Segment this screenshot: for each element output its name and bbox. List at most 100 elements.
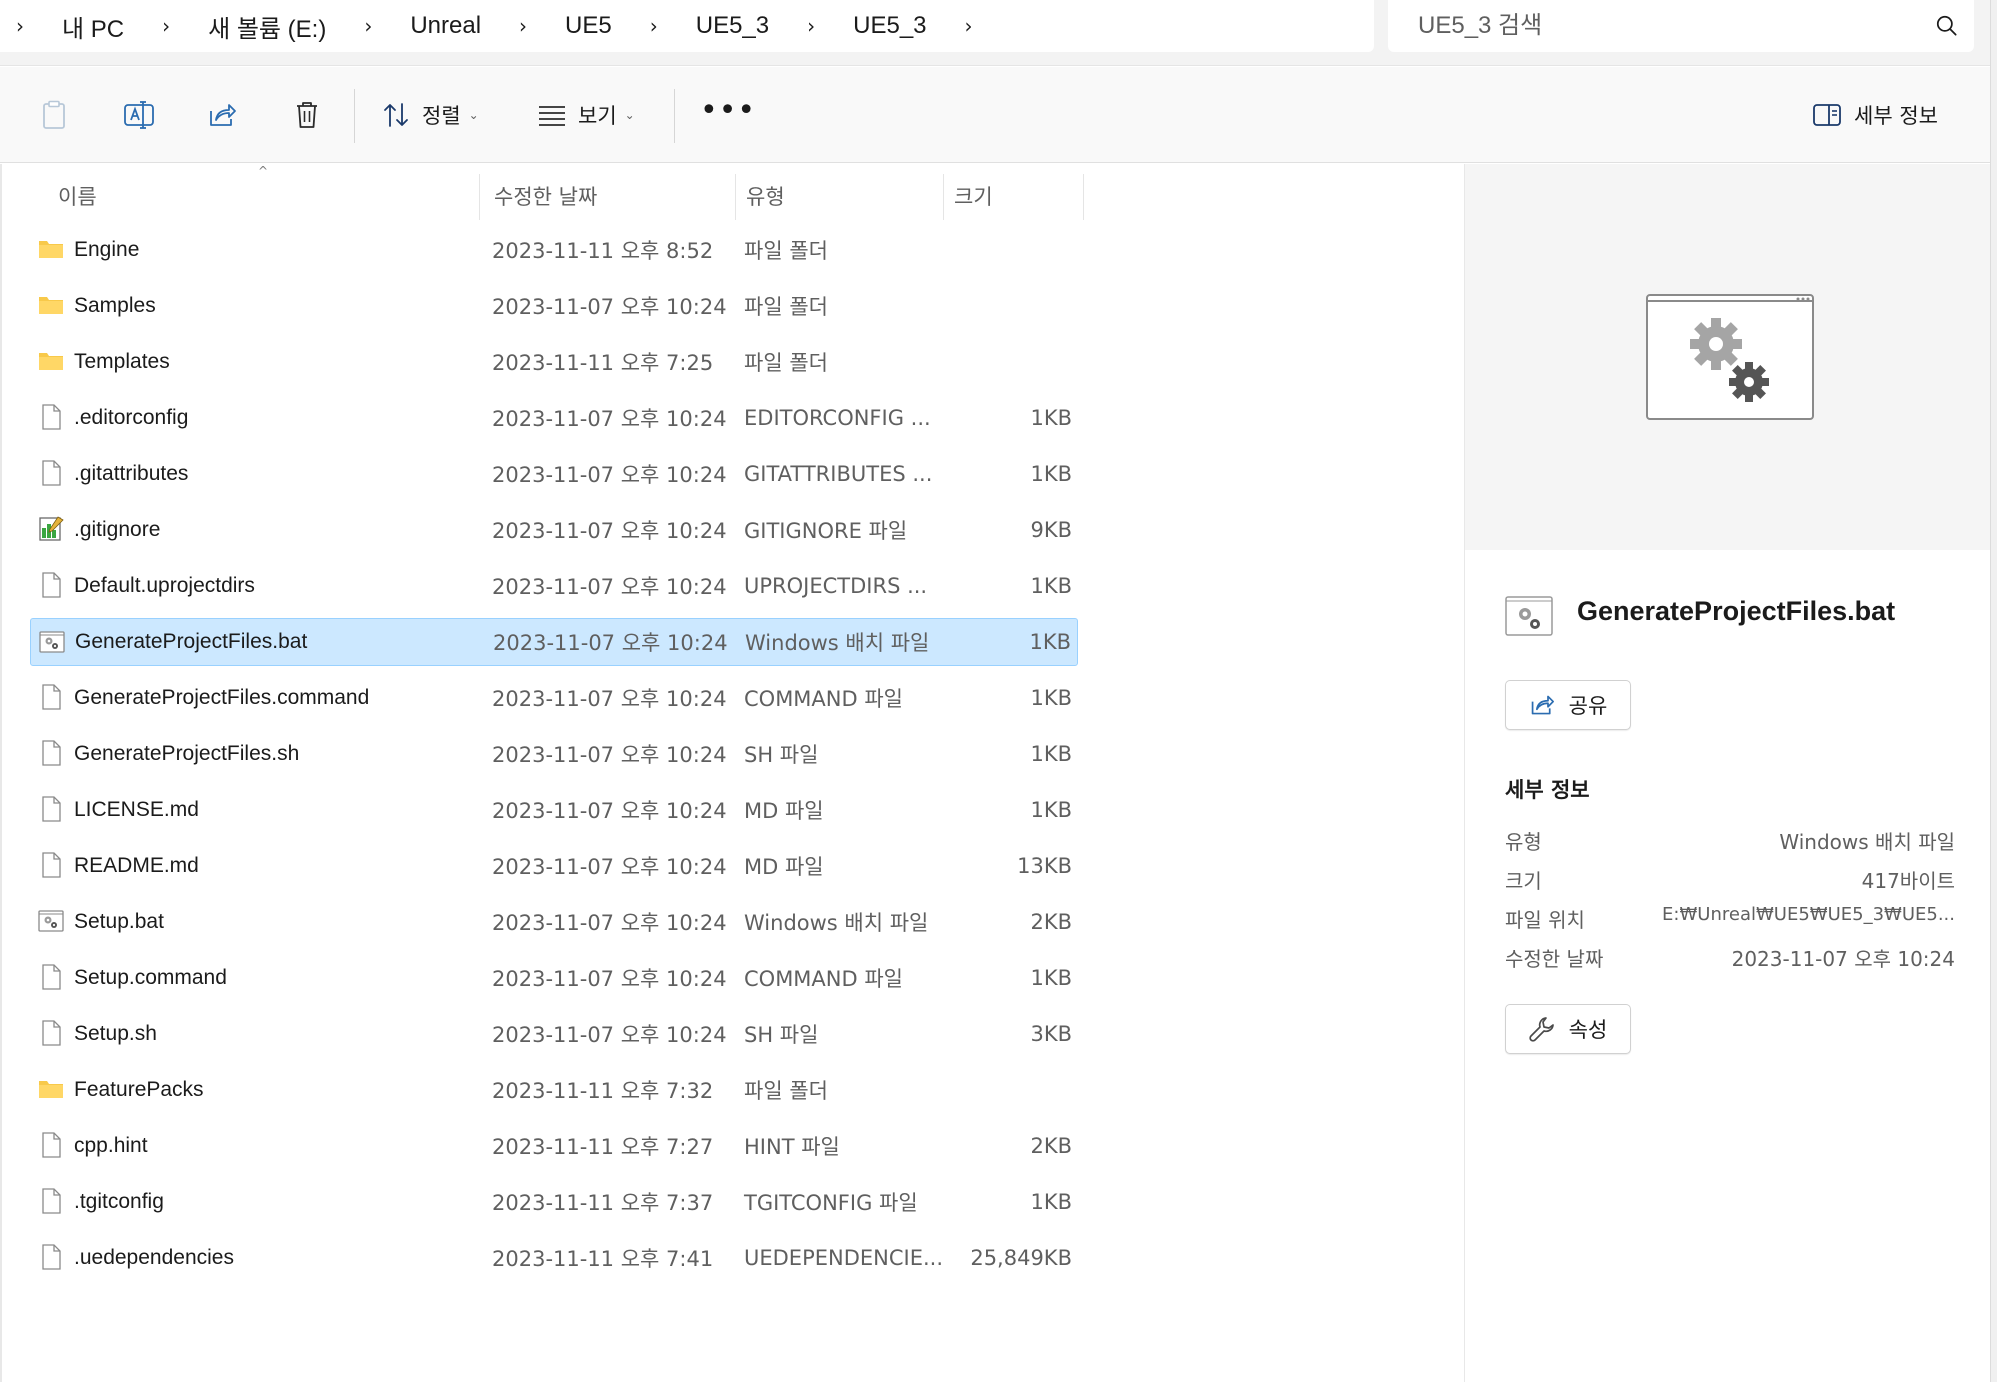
wrench-icon	[1529, 1017, 1554, 1042]
file-icon	[38, 1188, 64, 1214]
chevron-right-icon[interactable]: ›	[634, 14, 674, 38]
file-size: 1KB	[1030, 1190, 1072, 1214]
file-row[interactable]: README.md 2023-11-07 오후 10:24 MD 파일 13KB	[30, 842, 1078, 890]
file-size: 1KB	[1030, 406, 1072, 430]
file-type: SH 파일	[744, 743, 819, 767]
details-pane-icon	[1813, 104, 1841, 126]
share-icon	[210, 104, 236, 126]
file-type: 파일 폴더	[744, 351, 828, 375]
breadcrumb-item-unreal[interactable]: Unreal	[388, 12, 503, 40]
file-row[interactable]: Templates 2023-11-11 오후 7:25 파일 폴더	[30, 338, 1078, 386]
file-type: COMMAND 파일	[744, 687, 903, 711]
chevron-right-icon[interactable]: ›	[348, 14, 388, 38]
command-bar: 정렬 ⌄ 보기 ⌄ ••• 세부 정보	[0, 67, 1990, 163]
more-options-button[interactable]: •••	[700, 91, 755, 139]
file-row[interactable]: GenerateProjectFiles.sh 2023-11-07 오후 10:…	[30, 730, 1078, 778]
file-modified-date: 2023-11-07 오후 10:24	[492, 743, 727, 767]
file-modified-date: 2023-11-11 오후 7:37	[492, 1191, 714, 1215]
file-row[interactable]: Setup.bat 2023-11-07 오후 10:24 Windows 배치 파…	[30, 898, 1078, 946]
file-type: GITIGNORE 파일	[744, 519, 908, 543]
search-box[interactable]	[1388, 0, 1974, 52]
chevron-right-icon[interactable]: ›	[0, 14, 40, 38]
chevron-right-icon[interactable]: ›	[791, 14, 831, 38]
view-button[interactable]: 보기 ⌄	[538, 91, 635, 139]
file-size: 2KB	[1030, 1134, 1072, 1158]
details-share-button[interactable]: 공유	[1505, 680, 1631, 730]
column-header-name[interactable]: 이름	[48, 174, 480, 220]
file-size: 1KB	[1030, 574, 1072, 598]
file-row[interactable]: .editorconfig 2023-11-07 오후 10:24 EDITORCO…	[30, 394, 1078, 442]
file-name: .editorconfig	[74, 406, 189, 429]
file-modified-date: 2023-11-07 오후 10:24	[493, 631, 728, 655]
breadcrumb[interactable]: › 내 PC › 새 볼륨 (E:) › Unreal › UE5 › UE5_…	[0, 0, 1374, 52]
file-icon	[38, 1132, 64, 1158]
file-size: 2KB	[1030, 910, 1072, 934]
detail-type-value: Windows 배치 파일	[1779, 830, 1955, 854]
notepad-icon	[38, 516, 64, 542]
folder-icon	[38, 1076, 64, 1102]
file-size: 1KB	[1030, 966, 1072, 990]
file-row[interactable]: cpp.hint 2023-11-11 오후 7:27 HINT 파일 2KB	[30, 1122, 1078, 1170]
file-row[interactable]: Samples 2023-11-07 오후 10:24 파일 폴더	[30, 282, 1078, 330]
file-name: Templates	[74, 350, 170, 373]
chevron-right-icon[interactable]: ›	[949, 14, 989, 38]
file-size: 1KB	[1030, 686, 1072, 710]
file-modified-date: 2023-11-07 오후 10:24	[492, 519, 727, 543]
breadcrumb-item-ue5[interactable]: UE5	[543, 12, 634, 40]
batch-file-preview-icon	[1646, 294, 1814, 420]
details-pane-label: 세부 정보	[1854, 104, 1938, 128]
file-row[interactable]: GenerateProjectFiles.command 2023-11-07 오…	[30, 674, 1078, 722]
search-input[interactable]	[1418, 12, 1898, 40]
share-button[interactable]	[200, 93, 244, 137]
file-row[interactable]: Default.uprojectdirs 2023-11-07 오후 10:24 U…	[30, 562, 1078, 610]
file-row[interactable]: Engine 2023-11-11 오후 8:52 파일 폴더	[30, 226, 1078, 274]
detail-location-value[interactable]: E:₩Unreal₩UE5₩UE5_3₩UE5...	[1662, 904, 1955, 925]
properties-button[interactable]: 속성	[1505, 1004, 1631, 1054]
file-modified-date: 2023-11-07 오후 10:24	[492, 687, 727, 711]
preview-area	[1465, 164, 1991, 550]
details-pane-button[interactable]: 세부 정보	[1812, 91, 1938, 139]
sort-button[interactable]: 정렬 ⌄	[382, 91, 479, 139]
delete-button[interactable]	[285, 93, 329, 137]
search-icon[interactable]	[1934, 13, 1960, 39]
file-size: 9KB	[1030, 518, 1072, 542]
detail-size-row: 크기 417바이트	[1505, 865, 1955, 895]
file-size: 3KB	[1030, 1022, 1072, 1046]
breadcrumb-item-ue5-3[interactable]: UE5_3	[674, 12, 791, 40]
file-row[interactable]: .gitignore 2023-11-07 오후 10:24 GITIGNORE 파…	[30, 506, 1078, 554]
batch-icon	[38, 908, 64, 934]
file-type: 파일 폴더	[744, 295, 828, 319]
chevron-right-icon[interactable]: ›	[146, 14, 186, 38]
rename-button[interactable]	[117, 93, 161, 137]
file-row[interactable]: .uedependencies 2023-11-11 오후 7:41 UEDEPEN…	[30, 1234, 1078, 1282]
paste-button[interactable]	[32, 93, 76, 137]
file-row[interactable]: FeaturePacks 2023-11-11 오후 7:32 파일 폴더	[30, 1066, 1078, 1114]
breadcrumb-item-drive-e[interactable]: 새 볼륨 (E:)	[186, 9, 348, 44]
breadcrumb-item-this-pc[interactable]: 내 PC	[40, 9, 146, 44]
folder-icon	[38, 236, 64, 262]
file-row[interactable]: .gitattributes 2023-11-07 오후 10:24 GITATTR…	[30, 450, 1078, 498]
file-name: Engine	[74, 238, 140, 261]
column-header-size[interactable]: 크기	[944, 174, 1084, 220]
file-row[interactable]: Setup.command 2023-11-07 오후 10:24 COMMAND …	[30, 954, 1078, 1002]
toolbar-divider	[354, 89, 355, 143]
file-type: GITATTRIBUTES ...	[744, 462, 933, 486]
file-row[interactable]: .tgitconfig 2023-11-11 오후 7:37 TGITCONFIG …	[30, 1178, 1078, 1226]
file-icon	[38, 852, 64, 878]
file-type: TGITCONFIG 파일	[744, 1191, 918, 1215]
file-row[interactable]: LICENSE.md 2023-11-07 오후 10:24 MD 파일 1KB	[30, 786, 1078, 834]
file-modified-date: 2023-11-11 오후 7:41	[492, 1247, 714, 1271]
file-name: cpp.hint	[74, 1134, 148, 1157]
view-list-icon	[539, 106, 565, 126]
column-header-type[interactable]: 유형	[736, 174, 944, 220]
column-header-date[interactable]: 수정한 날짜	[484, 174, 736, 220]
file-row[interactable]: Setup.sh 2023-11-07 오후 10:24 SH 파일 3KB	[30, 1010, 1078, 1058]
file-row[interactable]: GenerateProjectFiles.bat 2023-11-07 오후 10…	[30, 618, 1078, 666]
file-type: UPROJECTDIRS ...	[744, 574, 928, 598]
properties-label: 속성	[1568, 1018, 1608, 1042]
file-name: GenerateProjectFiles.bat	[75, 630, 308, 653]
clipboard-icon	[43, 100, 65, 129]
chevron-right-icon[interactable]: ›	[503, 14, 543, 38]
breadcrumb-item-ue5-3-current[interactable]: UE5_3	[831, 12, 948, 40]
batch-file-icon	[1505, 596, 1553, 636]
